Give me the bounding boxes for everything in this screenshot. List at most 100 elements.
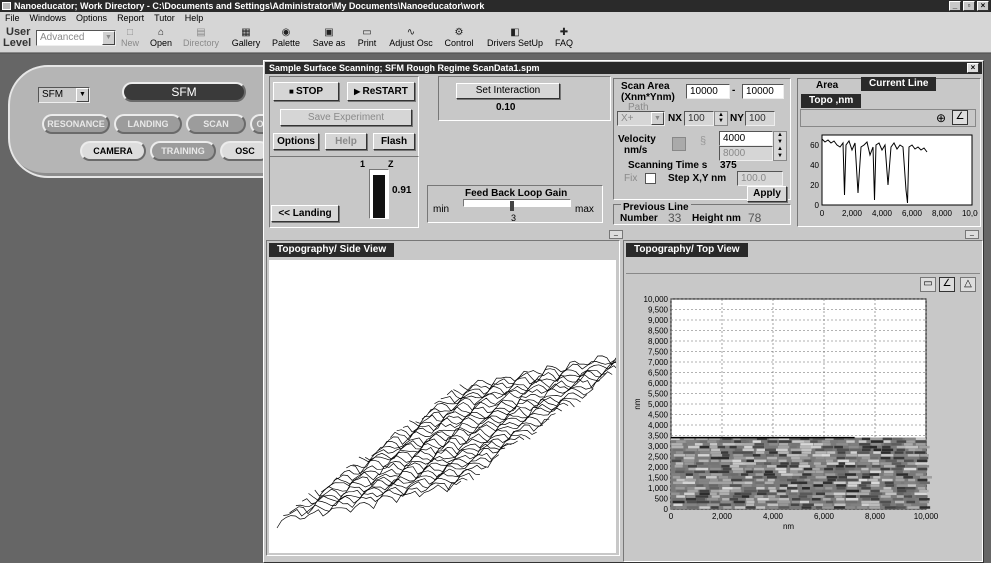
faq-button[interactable]: ✚ FAQ bbox=[550, 26, 578, 52]
options-button[interactable]: Options bbox=[273, 133, 319, 150]
side-view-tab[interactable]: Topography/ Side View bbox=[269, 243, 395, 257]
scan-y-input[interactable]: 10000 bbox=[742, 84, 784, 99]
open-button[interactable]: ⌂ Open bbox=[146, 26, 176, 52]
scan-texture bbox=[734, 506, 747, 509]
flash-button[interactable]: Flash bbox=[373, 133, 415, 150]
fix-checkbox[interactable] bbox=[645, 173, 656, 184]
scan-texture bbox=[859, 443, 871, 446]
scan-texture bbox=[769, 443, 779, 446]
scan-texture bbox=[850, 503, 862, 507]
scan-texture bbox=[764, 470, 773, 474]
scan-texture bbox=[780, 462, 789, 465]
menu-windows[interactable]: Windows bbox=[30, 13, 67, 23]
control-button[interactable]: ⚙ Control bbox=[440, 26, 478, 52]
zoom-icon[interactable]: ⊕ bbox=[936, 112, 946, 124]
set-interaction-button[interactable]: Set Interaction bbox=[456, 83, 560, 99]
chevron-down-icon[interactable]: ▼ bbox=[102, 31, 115, 45]
velocity-lock-icon[interactable] bbox=[672, 137, 686, 151]
help-button[interactable]: Help bbox=[325, 133, 367, 150]
minimize-profile-button[interactable]: _ bbox=[965, 229, 979, 239]
minimize-controls-button[interactable]: _ bbox=[609, 229, 623, 239]
scan-texture bbox=[825, 495, 835, 498]
menu-report[interactable]: Report bbox=[117, 13, 144, 23]
chevron-down-icon[interactable]: ▼ bbox=[76, 88, 89, 102]
velocity-input-2[interactable]: 8000 bbox=[719, 146, 773, 161]
resonance-button[interactable]: RESONANCE bbox=[42, 114, 110, 134]
directory-button[interactable]: ▤ Directory bbox=[178, 26, 224, 52]
close-button[interactable]: × bbox=[977, 1, 989, 11]
scan-texture bbox=[686, 443, 695, 446]
y-tick-label: 3,500 bbox=[648, 432, 669, 441]
scan-texture bbox=[882, 445, 891, 449]
scan-window-close-button[interactable]: × bbox=[967, 63, 979, 73]
camera-button[interactable]: CAMERA bbox=[80, 141, 146, 161]
palette-button[interactable]: ◉ Palette bbox=[268, 26, 304, 52]
scan-texture bbox=[709, 492, 717, 496]
nx-input[interactable]: 100 bbox=[684, 111, 714, 126]
landing-button[interactable]: LANDING bbox=[114, 114, 182, 134]
drivers-setup-button[interactable]: ◧ Drivers SetUp bbox=[482, 26, 548, 52]
scan-texture bbox=[870, 440, 884, 443]
step-input[interactable]: 100.0 bbox=[737, 171, 783, 186]
topo-tab[interactable]: Topo ,nm bbox=[801, 94, 862, 108]
scan-texture bbox=[799, 462, 809, 465]
menu-tutor[interactable]: Tutor bbox=[154, 13, 175, 23]
scan-texture bbox=[845, 456, 857, 460]
path-select[interactable]: X+ ▼ bbox=[617, 111, 665, 126]
feedback-slider-thumb[interactable] bbox=[510, 201, 514, 211]
top-view-tab[interactable]: Topography/ Top View bbox=[626, 243, 748, 257]
maximize-button[interactable]: ▫ bbox=[963, 1, 975, 11]
landing-button[interactable]: << Landing bbox=[271, 205, 339, 222]
scan-texture bbox=[684, 478, 697, 482]
z-value: 0.91 bbox=[392, 185, 412, 196]
triangle-tool-icon[interactable]: △ bbox=[960, 277, 976, 292]
adjust-osc-button[interactable]: ∿ Adjust Osc bbox=[384, 26, 438, 52]
velocity-link-icon[interactable]: § bbox=[700, 135, 706, 147]
line-tool-icon[interactable]: ∠ bbox=[939, 277, 955, 292]
scan-texture bbox=[810, 500, 819, 504]
gallery-button[interactable]: ▦ Gallery bbox=[228, 26, 264, 52]
tab-area[interactable]: Area bbox=[816, 80, 838, 91]
ny-input[interactable]: 100 bbox=[745, 111, 775, 126]
save-experiment-button[interactable]: Save Experiment bbox=[280, 109, 412, 126]
scan-texture bbox=[824, 467, 833, 471]
scan-texture bbox=[834, 495, 843, 498]
velocity-spinner[interactable]: ▲ ▼ ▲ ▼ bbox=[773, 131, 787, 161]
scan-button[interactable]: SCAN bbox=[186, 114, 246, 134]
scan-texture bbox=[844, 473, 856, 476]
save-as-button[interactable]: ▣ Save as bbox=[308, 26, 350, 52]
chevron-down-icon[interactable]: ▼ bbox=[651, 112, 664, 125]
scan-texture bbox=[915, 503, 928, 507]
training-button[interactable]: TRAINING bbox=[150, 141, 216, 161]
scan-texture bbox=[803, 489, 811, 493]
scan-texture bbox=[835, 467, 845, 471]
print-button[interactable]: ▭ Print bbox=[352, 26, 382, 52]
scan-texture bbox=[767, 478, 775, 482]
tab-current-line[interactable]: Current Line bbox=[861, 77, 937, 91]
scan-texture bbox=[880, 462, 892, 465]
profile-tool-icon[interactable]: ∠ bbox=[952, 110, 968, 125]
scan-x-input[interactable]: 10000 bbox=[686, 84, 730, 99]
scan-texture bbox=[870, 456, 878, 460]
velocity-input[interactable]: 4000 bbox=[719, 131, 773, 146]
scan-texture bbox=[707, 503, 720, 507]
user-level-select[interactable]: Advanced ▼ bbox=[36, 30, 116, 46]
scan-texture bbox=[869, 473, 880, 476]
restart-button[interactable]: ▶ ReSTART bbox=[347, 82, 415, 101]
export-icon[interactable]: ▭ bbox=[920, 277, 936, 292]
apply-button[interactable]: Apply bbox=[747, 186, 787, 202]
minimize-button[interactable]: _ bbox=[949, 1, 961, 11]
mode-select[interactable]: SFM ▼ bbox=[38, 87, 90, 103]
menu-help[interactable]: Help bbox=[185, 13, 204, 23]
nx-spinner[interactable]: ▲ ▼ bbox=[714, 111, 728, 126]
new-button[interactable]: □ New bbox=[118, 26, 142, 52]
scan-texture bbox=[685, 473, 693, 476]
feedback-slider-track[interactable] bbox=[463, 199, 571, 207]
scan-texture bbox=[885, 484, 895, 487]
scan-texture bbox=[754, 495, 764, 498]
scan-texture bbox=[822, 481, 833, 485]
menu-options[interactable]: Options bbox=[76, 13, 107, 23]
x-tick-label: 2,000 bbox=[842, 209, 863, 218]
menu-file[interactable]: File bbox=[5, 13, 20, 23]
stop-button[interactable]: ■ STOP bbox=[273, 82, 339, 101]
